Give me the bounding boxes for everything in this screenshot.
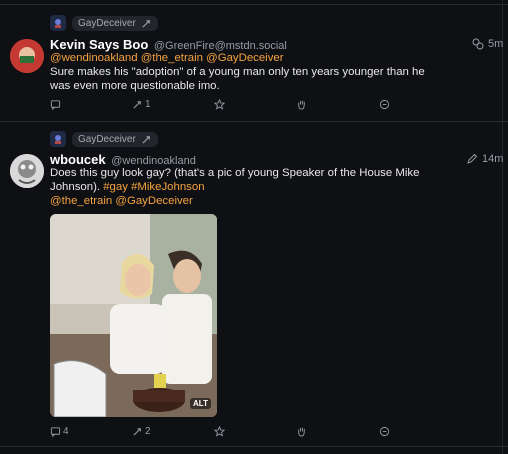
booster-name: GayDeceiver bbox=[78, 17, 136, 29]
favourite-button[interactable] bbox=[214, 425, 225, 437]
top-divider bbox=[0, 4, 508, 5]
avatar[interactable] bbox=[10, 154, 44, 188]
avatar[interactable] bbox=[10, 39, 44, 73]
mention[interactable]: @GayDeceiver bbox=[115, 195, 192, 207]
post-divider bbox=[0, 121, 508, 122]
boost-button[interactable]: 2 bbox=[132, 426, 151, 437]
rocket-icon bbox=[133, 100, 141, 109]
right-divider bbox=[502, 0, 503, 454]
booster-avatar bbox=[50, 131, 66, 147]
quote-button[interactable] bbox=[379, 426, 390, 437]
photo-image bbox=[50, 214, 217, 417]
author-line: Kevin Says Boo @GreenFire@mstdn.social bbox=[50, 37, 287, 52]
rocket-icon bbox=[142, 135, 150, 144]
author-name[interactable]: wboucek bbox=[50, 152, 106, 167]
post-content: Does this guy look gay? (that's a pic of… bbox=[50, 166, 445, 208]
mention[interactable]: @wendinoakland bbox=[50, 52, 138, 64]
booster-avatar bbox=[50, 15, 66, 31]
boost-count: 2 bbox=[145, 425, 151, 437]
reply-button[interactable]: 4 bbox=[50, 426, 69, 437]
quote-button[interactable] bbox=[379, 99, 390, 110]
post-time[interactable]: 5m bbox=[488, 38, 503, 50]
attached-photo[interactable]: ALT bbox=[50, 214, 217, 417]
post-content: @wendinoakland @the_etrain @GayDeceiver … bbox=[50, 51, 445, 93]
action-bar: 4 2 bbox=[0, 424, 508, 438]
hashtag[interactable]: #MikeJohnson bbox=[131, 181, 204, 193]
boost-button[interactable]: 1 bbox=[132, 99, 151, 110]
rocket-icon bbox=[133, 427, 141, 436]
booster-name: GayDeceiver bbox=[78, 133, 136, 145]
post-text: Sure makes his "adoption" of a young man… bbox=[50, 66, 425, 92]
mention[interactable]: @GayDeceiver bbox=[206, 52, 283, 64]
post-meta: 14m bbox=[466, 153, 503, 165]
star-icon bbox=[214, 425, 225, 437]
boost-chip: GayDeceiver bbox=[72, 131, 158, 147]
boost-indicator[interactable]: GayDeceiver bbox=[50, 15, 158, 31]
quote-icon bbox=[379, 99, 390, 109]
hashtag[interactable]: #gay bbox=[103, 181, 128, 193]
action-bar: 1 bbox=[0, 97, 508, 111]
post-meta: 5m bbox=[472, 38, 503, 50]
hand-icon bbox=[298, 427, 305, 437]
favourite-button[interactable] bbox=[214, 98, 225, 110]
hand-icon bbox=[298, 100, 305, 110]
quote-icon bbox=[379, 426, 390, 436]
mention[interactable]: @the_etrain bbox=[50, 195, 112, 207]
react-button[interactable] bbox=[296, 99, 307, 110]
post-time[interactable]: 14m bbox=[482, 153, 503, 165]
rocket-icon bbox=[142, 19, 150, 28]
boost-count: 1 bbox=[145, 98, 151, 110]
boost-indicator[interactable]: GayDeceiver bbox=[50, 131, 158, 147]
star-icon bbox=[214, 98, 225, 110]
author-name[interactable]: Kevin Says Boo bbox=[50, 37, 148, 52]
alt-badge[interactable]: ALT bbox=[190, 398, 211, 409]
reply-icon bbox=[50, 426, 61, 437]
author-line: wboucek @wendinoakland bbox=[50, 152, 196, 167]
boost-chip: GayDeceiver bbox=[72, 15, 158, 31]
conversation-icon bbox=[472, 38, 484, 50]
reply-button[interactable] bbox=[50, 99, 63, 110]
mention-line: @wendinoakland @the_etrain @GayDeceiver bbox=[50, 51, 445, 65]
reply-count: 4 bbox=[63, 425, 69, 437]
react-button[interactable] bbox=[296, 426, 307, 437]
pencil-icon bbox=[467, 153, 478, 164]
mention-line: @the_etrain @GayDeceiver bbox=[50, 194, 445, 208]
mention[interactable]: @the_etrain bbox=[141, 52, 203, 64]
post-divider bbox=[0, 446, 508, 447]
reply-icon bbox=[50, 99, 61, 110]
